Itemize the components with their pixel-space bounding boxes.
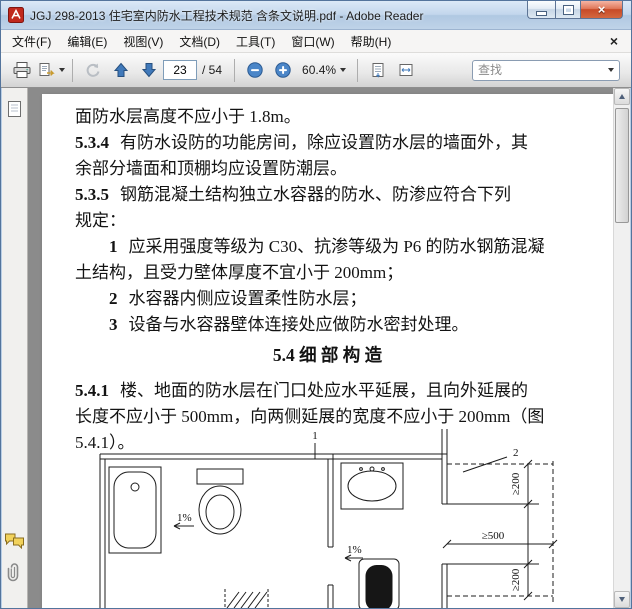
text-line: 长度不应小于 500mm，向两侧延展的宽度不应小于 200mm（图 [75,407,545,426]
maximize-icon [563,5,573,14]
zoom-out-button[interactable] [242,57,268,83]
window-controls: × [527,1,623,19]
fit-width-icon [399,64,413,76]
page-number-input[interactable] [163,60,197,80]
vertical-scrollbar[interactable] [613,88,630,608]
text-line: 2 水容器内侧应设置柔性防水层； [109,289,367,308]
close-icon: × [597,2,606,17]
dimension-length: ≥500 [482,530,505,542]
slope-label-right: 1% [347,544,362,556]
threshold-hatching [224,589,269,608]
scrolling-page-icon [372,63,384,78]
navigation-pane-bottom [4,528,26,592]
minimize-button[interactable] [527,1,555,19]
comments-panel-button[interactable] [4,528,26,552]
find-box[interactable] [472,59,620,81]
zoom-level-dropdown[interactable]: 60.4% [297,60,351,80]
print-button[interactable] [9,57,35,83]
text-line: 规定： [75,211,126,230]
menu-window[interactable]: 窗口(W) [283,29,342,54]
text-line: 土结构，且受力壁体厚度不宜小于 200mm； [75,263,404,282]
page-text: 面防水层高度不应小于 1.8m。 5.3.4 有防水设防的功能房间，除应设置防水层… [42,94,613,456]
fit-width-button[interactable] [393,57,419,83]
callout-2-leader [462,456,508,473]
toolbar-separator [234,58,236,82]
toolbar: / 54 60.4% [1,53,631,88]
scroll-down-icon [619,597,625,602]
page-up-arrow-icon [113,62,129,77]
share-document-button[interactable] [37,57,65,83]
floor-fixture [358,558,400,608]
walls [99,429,448,608]
text-line: 5.4.1 楼、地面的防水层在门口处应水平延展，且向外延展的 [75,381,528,400]
previous-view-button[interactable] [80,57,106,83]
text-line: 余部分墙面和顶棚均应设置防潮层。 [75,159,347,178]
content-area: 面防水层高度不应小于 1.8m。 5.3.4 有防水设防的功能房间，除应设置防水层… [2,88,630,608]
share-document-icon [39,63,55,76]
zoom-out-icon [247,62,263,78]
pages-icon [8,101,21,117]
washbasin [340,462,404,510]
next-page-button[interactable] [136,57,162,83]
pdf-app-icon [8,7,24,23]
share-dropdown-caret-icon [59,68,65,72]
toolbar-separator [357,58,359,82]
bathtub [108,466,162,554]
zoom-in-icon [275,62,291,78]
page-down-arrow-icon [141,63,157,78]
figure-5-4-1-floor-plan: 1% 1% ≥200 ≥500 ≥200 1 2 [99,429,558,608]
dimension-top-right: ≥200 [510,472,522,495]
scroll-down-button[interactable] [614,591,630,608]
menu-file[interactable]: 文件(F) [4,29,59,54]
find-dropdown-caret-icon [608,68,614,72]
toolbar-separator [72,58,73,82]
pages-panel-button[interactable] [4,98,26,122]
navigation-pane [2,88,28,608]
slope-label-left: 1% [177,512,192,524]
previous-view-icon [86,63,100,77]
minimize-icon [537,11,546,15]
callout-1-label: 1 [312,430,318,442]
previous-page-button[interactable] [108,57,134,83]
printer-icon [13,62,31,78]
text-line: 面防水层高度不应小于 1.8m。 [75,107,301,126]
maximize-button[interactable] [555,1,581,19]
text-line: 3 设备与水容器壁体连接处应做防水密封处理。 [109,315,469,334]
menu-help[interactable]: 帮助(H) [343,29,400,54]
close-button[interactable]: × [581,1,623,19]
zoom-dropdown-caret-icon [340,68,347,72]
dimension-bottom-right: ≥200 [510,568,522,591]
comments-icon [5,533,24,549]
scroll-up-button[interactable] [614,88,630,105]
titlebar: JGJ 298-2013 住宅室内防水工程技术规范 含条文说明.pdf - Ad… [1,1,631,30]
adobe-reader-window: JGJ 298-2013 住宅室内防水工程技术规范 含条文说明.pdf - Ad… [0,0,632,609]
menubar: 文件(F) 编辑(E) 视图(V) 文档(D) 工具(T) 窗口(W) 帮助(H… [1,30,631,53]
menu-tools[interactable]: 工具(T) [228,29,283,54]
scrollbar-thumb[interactable] [615,108,629,223]
pdf-page: 面防水层高度不应小于 1.8m。 5.3.4 有防水设防的功能房间，除应设置防水层… [42,94,613,608]
toilet [196,468,244,535]
scrolling-mode-button[interactable] [365,57,391,83]
text-line: 5.3.5 钢筋混凝土结构独立水容器的防水、防渗应符合下列 [75,185,511,204]
menu-edit[interactable]: 编辑(E) [59,29,115,54]
zoom-in-button[interactable] [270,57,296,83]
document-view: 面防水层高度不应小于 1.8m。 5.3.4 有防水设防的功能房间，除应设置防水层… [28,88,613,608]
text-line: 5.3.4 有防水设防的功能房间，除应设置防水层的墙面外，其 [75,133,528,152]
document-close-icon[interactable]: × [600,33,628,49]
paperclip-icon [7,563,19,582]
menu-view[interactable]: 视图(V) [115,29,171,54]
zoom-level-value: 60.4% [302,63,337,77]
find-input[interactable] [478,63,604,77]
attachments-panel-button[interactable] [4,560,26,584]
menu-document[interactable]: 文档(D) [171,29,228,54]
slope-annotations [173,522,363,562]
scroll-up-icon [619,94,625,99]
text-line: 1 应采用强度等级为 C30、抗渗等级为 P6 的防水钢筋混凝 [109,237,545,256]
section-heading: 5.4 细 部 构 造 [272,345,383,365]
page-total-label: / 54 [202,63,223,77]
callout-2-label: 2 [513,447,519,459]
